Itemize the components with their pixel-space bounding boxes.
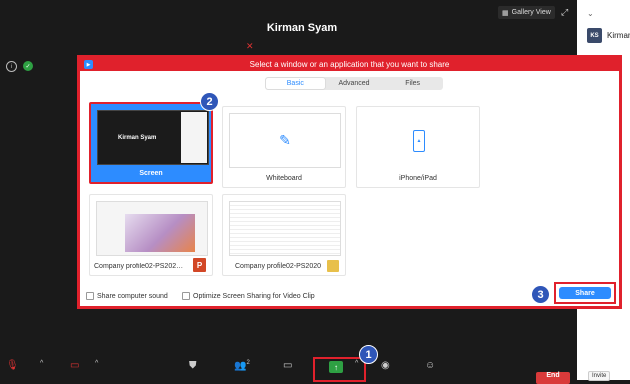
participant-name: Kirman [607, 31, 630, 40]
fullscreen-icon[interactable]: ⤢ [561, 7, 568, 18]
share-screen-highlight [313, 357, 366, 382]
share-tabs: Basic Advanced Files [265, 77, 443, 90]
share-sound-label: Share computer sound [97, 292, 168, 300]
share-screen-dialog: ▶ Select a window or an application that… [77, 55, 622, 309]
stop-video-icon[interactable]: ▭ [70, 360, 79, 371]
zoom-logo-icon: ▶ [84, 60, 93, 69]
reactions-icon[interactable]: ☺ [425, 360, 435, 371]
share-button[interactable]: Share [559, 287, 611, 299]
share-option-powerpoint-window[interactable]: Company profile02-PS2020 - Po... P [89, 194, 213, 276]
spreadsheet-thumbnail [229, 201, 341, 256]
tab-advanced[interactable]: Advanced [325, 78, 384, 89]
info-icon[interactable]: i [6, 61, 17, 72]
optimize-video-option[interactable]: Optimize Screen Sharing for Video Clip [182, 292, 315, 300]
record-icon[interactable]: ◉ [381, 360, 390, 371]
security-shield-icon[interactable]: ✓ [23, 61, 33, 71]
dialog-title: Select a window or an application that y… [249, 60, 450, 69]
tab-basic[interactable]: Basic [266, 78, 325, 89]
mute-mic-icon[interactable]: 🎙 [6, 360, 19, 371]
screen-thumbnail-name: Kirman Syam [118, 135, 157, 141]
powerpoint-thumbnail [96, 201, 208, 256]
phone-airplay-icon: ▲ [413, 129, 425, 152]
grid-icon: ▦ [502, 9, 509, 17]
step-badge-3: 3 [531, 285, 550, 304]
step-badge-2: 2 [200, 92, 219, 111]
share-sound-checkbox[interactable] [86, 292, 94, 300]
whiteboard-thumbnail: ✎ [229, 113, 341, 168]
avatar: KS [587, 28, 602, 43]
muted-mic-icon: ✕ [246, 41, 254, 51]
share-option-whiteboard[interactable]: ✎ Whiteboard [222, 106, 346, 188]
share-button-highlight: Share [554, 282, 616, 304]
participants-icon: 👥 [234, 360, 247, 372]
optimize-video-checkbox[interactable] [182, 292, 190, 300]
meeting-toolbar: 🎙 ^ ▭ ^ ⛊ 👥2 ▭ ↑ ^ ◉ ☺ [0, 358, 577, 380]
chevron-down-icon[interactable]: ⌄ [587, 9, 594, 18]
folder-icon [327, 260, 339, 272]
share-option-excel-window[interactable]: Company profile02-PS2020 [222, 194, 346, 276]
screen-thumbnail-panel [181, 112, 207, 163]
host-name: Kirman Syam [266, 22, 338, 34]
slide-preview [125, 214, 195, 252]
dialog-title-bar: ▶ Select a window or an application that… [80, 58, 619, 71]
end-meeting-button[interactable]: End [536, 372, 570, 384]
iphone-thumbnail: ▲ [363, 113, 475, 168]
chat-icon[interactable]: ▭ [283, 360, 292, 371]
participants-count: 2 [246, 360, 250, 366]
optimize-video-label: Optimize Screen Sharing for Video Clip [193, 292, 315, 300]
share-option-screen[interactable]: Kirman Syam Screen [89, 102, 213, 184]
share-option-label: iPhone/iPad [399, 175, 437, 182]
share-option-label: Screen [139, 170, 163, 177]
pen-icon: ✎ [279, 132, 291, 148]
gallery-view-label: Gallery View [511, 9, 551, 16]
participants-button[interactable]: 👥2 [234, 360, 250, 371]
participant-row[interactable]: KS Kirman [587, 28, 630, 43]
share-option-label: Company profile02-PS2020 - Po... [94, 263, 184, 270]
gallery-view-button[interactable]: ▦ Gallery View [498, 6, 555, 19]
audio-options-chevron-icon[interactable]: ^ [40, 360, 43, 367]
video-options-chevron-icon[interactable]: ^ [95, 360, 98, 367]
powerpoint-icon: P [193, 258, 206, 272]
share-sound-option[interactable]: Share computer sound [86, 292, 168, 300]
screen-thumbnail: Kirman Syam [97, 110, 209, 165]
security-icon[interactable]: ⛊ [189, 360, 197, 371]
share-option-label: Whiteboard [266, 175, 302, 182]
tab-files[interactable]: Files [383, 78, 442, 89]
step-badge-1: 1 [359, 345, 378, 364]
share-option-iphone-ipad[interactable]: ▲ iPhone/iPad [356, 106, 480, 188]
